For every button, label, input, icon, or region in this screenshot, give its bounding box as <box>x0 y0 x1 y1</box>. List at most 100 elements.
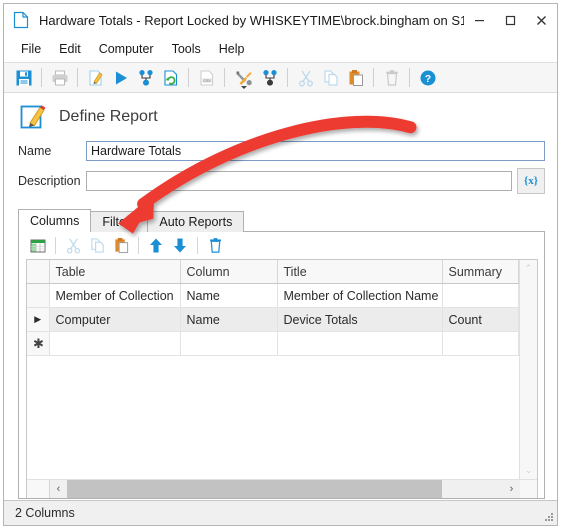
toolbar-separator <box>287 68 288 87</box>
chevron-down-icon <box>240 85 247 89</box>
new-cell-summary[interactable] <box>442 331 519 356</box>
application-window: Hardware Totals - Report Locked by WHISK… <box>3 3 558 526</box>
tab-strip: Columns Filters Auto Reports <box>4 209 557 232</box>
cut-icon <box>61 235 85 257</box>
column-header-table[interactable]: Table <box>49 260 181 284</box>
resize-grip-icon[interactable] <box>543 511 554 522</box>
scrollbar-pad <box>520 480 537 498</box>
cell-title[interactable]: Member of Collection Name <box>277 283 443 308</box>
name-row: Name <box>18 141 545 161</box>
cell-summary[interactable]: Count <box>442 307 519 332</box>
hscroll-thumb[interactable] <box>67 480 442 498</box>
grid-toolbar <box>19 232 544 259</box>
tools-icon[interactable] <box>230 66 257 90</box>
cell-summary[interactable] <box>442 283 519 308</box>
cut-icon <box>293 66 318 90</box>
cell-title[interactable]: Device Totals <box>277 307 443 332</box>
grid-toolbar-separator <box>197 237 198 254</box>
toolbar-separator <box>41 68 42 87</box>
page-title: Define Report <box>59 108 158 125</box>
table-row[interactable]: ▶ Computer Name Device Totals Count <box>27 307 519 332</box>
cell-table[interactable]: Computer <box>49 307 181 332</box>
grid-body: Table Column Title Summary Member of Col… <box>27 260 519 479</box>
menu-item-edit[interactable]: Edit <box>50 39 90 59</box>
scroll-left-arrow[interactable]: ‹ <box>50 480 67 498</box>
close-button[interactable] <box>526 4 557 36</box>
row-selector-header <box>27 260 50 284</box>
new-row-marker[interactable]: ✱ <box>27 331 50 356</box>
horizontal-scrollbar[interactable]: ‹ › <box>27 479 537 498</box>
scroll-down-arrow[interactable]: ⌄ <box>525 465 533 476</box>
menu-item-computer[interactable]: Computer <box>90 39 163 59</box>
column-header-title[interactable]: Title <box>277 260 443 284</box>
move-up-icon[interactable] <box>144 235 168 257</box>
delete-icon[interactable] <box>203 235 227 257</box>
svg-text:CSV: CSV <box>203 78 211 82</box>
paste-icon[interactable] <box>109 235 133 257</box>
row-marker[interactable]: ▶ <box>27 307 50 332</box>
new-cell-column[interactable] <box>180 331 278 356</box>
description-input[interactable] <box>86 171 512 191</box>
scroll-right-arrow[interactable]: › <box>503 480 520 498</box>
toolbar-separator <box>188 68 189 87</box>
document-icon <box>13 11 29 29</box>
minimize-button[interactable] <box>464 4 495 36</box>
run-report-icon[interactable] <box>108 66 133 90</box>
client-area: Define Report Name Description {x} Colum… <box>4 93 557 500</box>
name-input[interactable] <box>86 141 545 161</box>
tab-auto-reports[interactable]: Auto Reports <box>147 211 245 232</box>
add-column-icon[interactable] <box>26 235 50 257</box>
hscroll-track[interactable] <box>67 480 503 498</box>
column-header-summary[interactable]: Summary <box>442 260 519 284</box>
scroll-up-arrow[interactable]: ⌃ <box>525 263 533 274</box>
status-bar: 2 Columns <box>4 500 557 525</box>
refresh-document-icon[interactable] <box>158 66 183 90</box>
row-marker[interactable] <box>27 283 50 308</box>
cell-table[interactable]: Member of Collection <box>49 283 181 308</box>
column-header-column[interactable]: Column <box>180 260 278 284</box>
page-header: Define Report <box>4 93 557 138</box>
move-down-icon[interactable] <box>168 235 192 257</box>
collection-alt-icon[interactable] <box>257 66 282 90</box>
report-form: Name Description {x} <box>4 138 557 201</box>
menu-item-file[interactable]: File <box>12 39 50 59</box>
grid-toolbar-separator <box>138 237 139 254</box>
help-icon[interactable]: ? <box>415 66 440 90</box>
tab-columns[interactable]: Columns <box>18 209 92 232</box>
vertical-scrollbar[interactable]: ⌃ ⌄ <box>519 260 537 479</box>
collection-icon[interactable] <box>133 66 158 90</box>
toolbar-separator <box>224 68 225 87</box>
menu-item-help[interactable]: Help <box>210 39 254 59</box>
edit-document-icon[interactable] <box>83 66 108 90</box>
insert-variable-button[interactable]: {x} <box>517 168 545 194</box>
save-icon[interactable] <box>11 66 36 90</box>
cell-column[interactable]: Name <box>180 283 278 308</box>
window-controls <box>464 4 557 36</box>
table-row[interactable]: Member of Collection Name Member of Coll… <box>27 283 519 308</box>
copy-icon <box>85 235 109 257</box>
status-text: 2 Columns <box>15 506 75 520</box>
export-csv-icon: CSV <box>194 66 219 90</box>
svg-text:?: ? <box>424 73 430 85</box>
cell-column[interactable]: Name <box>180 307 278 332</box>
name-label: Name <box>18 144 52 158</box>
columns-tab-panel: Table Column Title Summary Member of Col… <box>18 231 545 499</box>
grid-scroll-area: Table Column Title Summary Member of Col… <box>27 260 537 479</box>
main-toolbar: CSV ? <box>4 63 557 93</box>
toolbar-separator <box>409 68 410 87</box>
menu-item-tools[interactable]: Tools <box>163 39 210 59</box>
description-row: Description {x} <box>18 168 545 194</box>
paste-icon[interactable] <box>343 66 368 90</box>
define-report-icon <box>18 102 48 132</box>
new-cell-table[interactable] <box>49 331 181 356</box>
new-row[interactable]: ✱ <box>27 331 519 356</box>
delete-icon <box>379 66 404 90</box>
new-cell-title[interactable] <box>277 331 443 356</box>
description-label: Description <box>18 174 81 188</box>
window-title: Hardware Totals - Report Locked by WHISK… <box>39 12 464 28</box>
menu-bar: File Edit Computer Tools Help <box>4 36 557 63</box>
copy-icon <box>318 66 343 90</box>
tab-filters[interactable]: Filters <box>90 211 149 232</box>
maximize-button[interactable] <box>495 4 526 36</box>
grid-header-row: Table Column Title Summary <box>27 260 519 284</box>
